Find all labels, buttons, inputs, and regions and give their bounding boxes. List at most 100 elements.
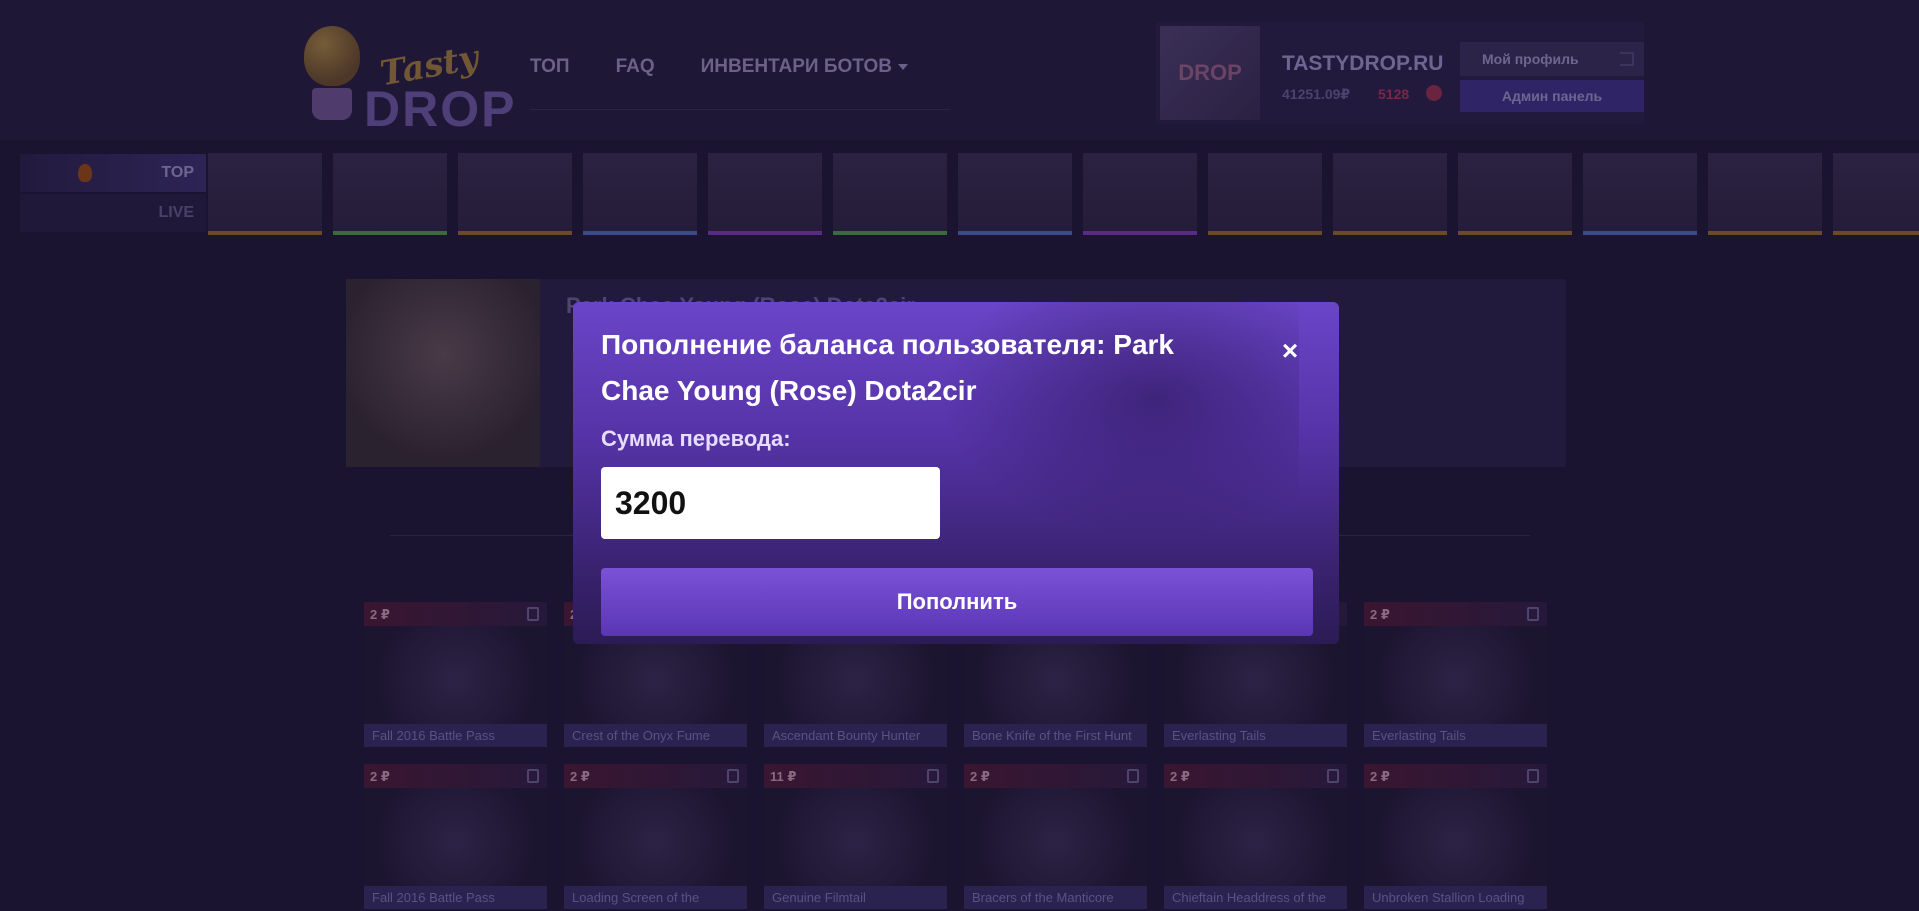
strip-item[interactable] (1583, 153, 1697, 235)
item-title: Fall 2016 Battle Pass (364, 724, 547, 747)
rarity-bar (1333, 231, 1447, 235)
strip-item[interactable] (1333, 153, 1447, 235)
top-up-button[interactable]: Пополнить (601, 568, 1313, 636)
sell-icon[interactable] (1527, 607, 1539, 621)
sell-icon[interactable] (727, 769, 739, 783)
item-card[interactable]: 2 ₽ Everlasting Tails (1364, 602, 1547, 747)
strip-item[interactable] (1708, 153, 1822, 235)
item-price: 2 ₽ (370, 769, 390, 784)
price-bar (1164, 764, 1347, 788)
balance-value: 41251.09₽ (1282, 86, 1351, 102)
strip-item[interactable] (208, 153, 322, 235)
item-title: Loading Screen of the (564, 886, 747, 909)
nav-item-faq[interactable]: FAQ (616, 56, 655, 109)
item-title: Bone Knife of the First Hunt (964, 724, 1147, 747)
sell-icon[interactable] (1527, 769, 1539, 783)
sell-icon[interactable] (527, 769, 539, 783)
amount-input[interactable] (601, 467, 940, 539)
item-card[interactable]: 2 ₽ Unbroken Stallion Loading (1364, 764, 1547, 909)
tab-live[interactable]: LIVE (20, 194, 206, 232)
logo-text-drop: DROP (364, 81, 517, 137)
profile-panel: DROP TASTYDROP.RU 41251.09₽ 5128 Мой про… (1156, 22, 1644, 124)
item-image (564, 788, 747, 886)
price-bar (1364, 602, 1547, 626)
coin-icon (1426, 85, 1442, 101)
rarity-bar (458, 231, 572, 235)
logout-icon[interactable] (1620, 52, 1634, 66)
rarity-bar (1833, 231, 1919, 235)
strip-tabs: TOP LIVE (20, 154, 206, 232)
rarity-bar (1458, 231, 1572, 235)
rarity-bar (1708, 231, 1822, 235)
item-card[interactable]: 2 ₽ Fall 2016 Battle Pass (364, 602, 547, 747)
my-profile-label: Мой профиль (1482, 51, 1579, 67)
item-price: 11 ₽ (770, 769, 797, 784)
rarity-bar (833, 231, 947, 235)
item-title: Ascendant Bounty Hunter (764, 724, 947, 747)
top-up-balance-modal: Пополнение баланса пользователя: Park Ch… (573, 302, 1339, 644)
user-photo (346, 279, 540, 467)
sell-icon[interactable] (1327, 769, 1339, 783)
strip-item[interactable] (708, 153, 822, 235)
site-logo[interactable]: Tasty DROP (272, 22, 514, 137)
item-image (1364, 788, 1547, 886)
item-price: 2 ₽ (1370, 607, 1390, 622)
item-card[interactable]: 2 ₽ Bracers of the Manticore (964, 764, 1147, 909)
item-image (964, 788, 1147, 886)
inventory-grid: 2 ₽ Fall 2016 Battle Pass 2 ₽ Crest of the … (364, 602, 1550, 909)
item-image (364, 788, 547, 886)
strip-item[interactable] (458, 153, 572, 235)
item-title: Unbroken Stallion Loading (1364, 886, 1547, 909)
site-name: TASTYDROP.RU (1282, 52, 1444, 75)
my-profile-button[interactable]: Мой профиль (1460, 42, 1644, 76)
modal-title: Пополнение баланса пользователя: Park Ch… (601, 329, 1174, 406)
rarity-bar (958, 231, 1072, 235)
price-bar (964, 764, 1147, 788)
item-price: 2 ₽ (1170, 769, 1190, 784)
tab-top[interactable]: TOP (20, 154, 206, 192)
rarity-bar (1208, 231, 1322, 235)
item-card[interactable]: 2 ₽ Loading Screen of the (564, 764, 747, 909)
item-title: Everlasting Tails (1164, 724, 1347, 747)
item-title: Everlasting Tails (1364, 724, 1547, 747)
rarity-bar (1083, 231, 1197, 235)
strip-item[interactable] (1458, 153, 1572, 235)
rarity-bar (208, 231, 322, 235)
caret-down-icon (897, 63, 908, 70)
coins-value: 5128 (1378, 86, 1410, 102)
item-price: 2 ₽ (1370, 769, 1390, 784)
avatar-logo-text: DROP (1178, 60, 1242, 85)
item-image (364, 626, 547, 724)
sell-icon[interactable] (527, 607, 539, 621)
basket-icon (312, 88, 352, 120)
rarity-bar (583, 231, 697, 235)
nav-item-bot-inventories[interactable]: ИНВЕНТАРИ БОТОВ (701, 56, 908, 109)
item-image (764, 788, 947, 886)
item-title: Fall 2016 Battle Pass (364, 886, 547, 909)
sell-icon[interactable] (927, 769, 939, 783)
strip-item[interactable] (833, 153, 947, 235)
item-title: Crest of the Onyx Fume (564, 724, 747, 747)
item-card[interactable]: 2 ₽ Fall 2016 Battle Pass (364, 764, 547, 909)
admin-panel-button[interactable]: Админ панель (1460, 80, 1644, 112)
site-header: Tasty DROP ТОП FAQ ИНВЕНТАРИ БОТОВ DROP … (0, 0, 1919, 140)
strip-item[interactable] (1833, 153, 1919, 235)
close-icon[interactable]: × (1275, 336, 1305, 366)
nav-item-top[interactable]: ТОП (530, 56, 570, 109)
rarity-bar (1583, 231, 1697, 235)
sell-icon[interactable] (1127, 769, 1139, 783)
avatar[interactable]: DROP (1160, 26, 1260, 120)
strip-item[interactable] (1083, 153, 1197, 235)
amount-label: Сумма перевода: (601, 426, 791, 451)
item-card[interactable]: 2 ₽ Chieftain Headdress of the (1164, 764, 1347, 909)
strip-item[interactable] (583, 153, 697, 235)
strip-item[interactable] (958, 153, 1072, 235)
item-title: Genuine Filmtail (764, 886, 947, 909)
strip-item[interactable] (333, 153, 447, 235)
balloon-icon (304, 26, 360, 86)
item-title: Chieftain Headdress of the (1164, 886, 1347, 909)
nav-item-bot-inventories-label: ИНВЕНТАРИ БОТОВ (700, 56, 892, 77)
item-price: 2 ₽ (570, 769, 590, 784)
item-card[interactable]: 11 ₽ Genuine Filmtail (764, 764, 947, 909)
strip-item[interactable] (1208, 153, 1322, 235)
